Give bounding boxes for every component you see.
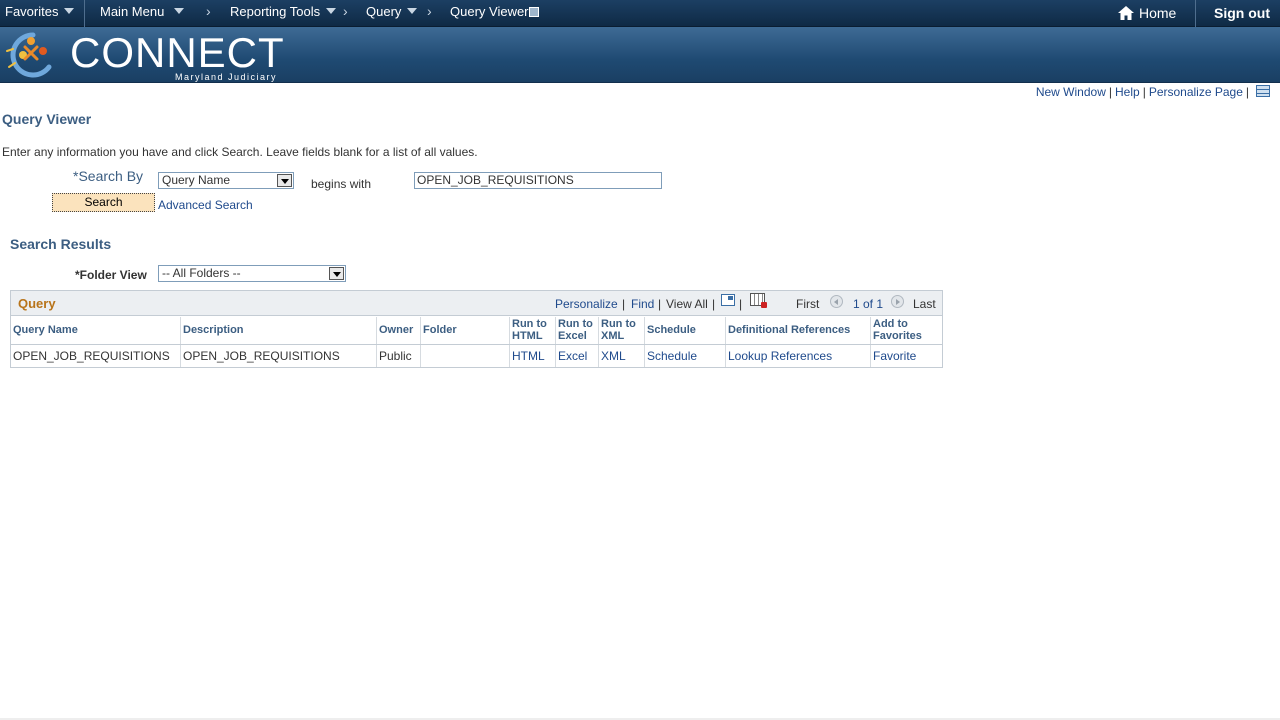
dropdown-arrow-icon[interactable] <box>329 267 344 280</box>
chevron-down-icon <box>407 8 418 14</box>
personalize-grid-link[interactable]: Personalize <box>555 297 618 311</box>
zoom-grid-icon[interactable] <box>721 294 735 306</box>
header-banner: CONNECT Maryland Judiciary <box>0 27 1280 83</box>
breadcrumb-label: Query Viewer <box>450 4 529 19</box>
personalize-page-link[interactable]: Personalize Page <box>1149 85 1243 99</box>
breadcrumb-reporting-tools[interactable]: Reporting Tools <box>230 4 337 19</box>
lookup-references-link[interactable]: Lookup References <box>726 345 871 367</box>
home-label: Home <box>1139 5 1177 21</box>
search-value-input[interactable]: OPEN_JOB_REQUISITIONS <box>414 172 662 189</box>
logo-text: CONNECT <box>70 29 285 76</box>
column-header-folder[interactable]: Folder <box>421 317 510 344</box>
header-line: Run to <box>558 318 593 330</box>
column-header-run-html: Run to HTML <box>510 317 556 344</box>
folder-view-label: *Folder View <box>75 268 147 282</box>
breadcrumb-query-viewer[interactable]: Query Viewer <box>450 4 539 19</box>
column-header-run-xml: Run to XML <box>599 317 645 344</box>
main-menu[interactable]: Main Menu <box>100 4 185 19</box>
download-excel-icon[interactable] <box>750 293 767 308</box>
logo-subtext: Maryland Judiciary <box>175 72 278 82</box>
cell-description: OPEN_JOB_REQUISITIONS <box>181 345 377 367</box>
chevron-down-icon <box>64 8 75 14</box>
grid-link-divider: | <box>658 297 662 311</box>
next-row-icon[interactable] <box>891 295 904 308</box>
dropdown-arrow-icon[interactable] <box>277 174 292 187</box>
breadcrumb-query[interactable]: Query <box>366 4 418 19</box>
search-by-value: Query Name <box>162 173 231 187</box>
breadcrumb-separator-icon: › <box>427 3 432 19</box>
page-layout-icon[interactable] <box>1256 85 1270 97</box>
breadcrumb-separator-icon: › <box>206 3 211 19</box>
search-by-select[interactable]: Query Name <box>158 172 294 189</box>
nav-divider <box>1195 0 1196 27</box>
last-label: Last <box>913 297 936 311</box>
run-to-xml-link[interactable]: XML <box>599 345 645 367</box>
header-line: Add to <box>873 318 908 330</box>
top-nav-bar: Favorites Main Menu › Reporting Tools › … <box>0 0 1280 27</box>
sign-out-link[interactable]: Sign out <box>1214 5 1270 21</box>
column-header-query-name[interactable]: Query Name <box>11 317 181 344</box>
column-header-description[interactable]: Description <box>181 317 377 344</box>
add-favorite-link[interactable]: Favorite <box>871 345 942 367</box>
column-header-run-excel: Run to Excel <box>556 317 599 344</box>
column-header-owner[interactable]: Owner <box>377 317 421 344</box>
header-line: XML <box>601 330 625 342</box>
main-menu-label: Main Menu <box>100 4 165 19</box>
operator-label: begins with <box>311 177 372 191</box>
run-to-excel-link[interactable]: Excel <box>556 345 599 367</box>
view-all-link[interactable]: View All <box>666 297 708 311</box>
page-icon <box>528 7 539 17</box>
schedule-link[interactable]: Schedule <box>645 345 726 367</box>
first-label: First <box>796 297 820 311</box>
folder-view-select[interactable]: -- All Folders -- <box>158 265 346 282</box>
help-link[interactable]: Help <box>1115 85 1140 99</box>
column-header-definitional-references: Definitional References <box>726 317 871 344</box>
cell-query-name: OPEN_JOB_REQUISITIONS <box>11 345 181 367</box>
link-divider: | <box>1245 85 1249 99</box>
breadcrumb-label: Reporting Tools <box>230 4 321 19</box>
home-icon <box>1118 6 1134 20</box>
instructions-text: Enter any information you have and click… <box>2 145 478 159</box>
nav-divider <box>84 0 85 27</box>
link-divider: | <box>1108 85 1112 99</box>
chevron-down-icon <box>174 8 185 14</box>
connect-logo-icon <box>6 32 52 78</box>
cell-folder <box>421 345 510 367</box>
new-window-link[interactable]: New Window <box>1036 85 1106 99</box>
row-range: 1 of 1 <box>853 297 884 311</box>
page-title: Query Viewer <box>2 111 92 127</box>
query-results-grid: Query Personalize | Find | View All | | … <box>10 290 943 368</box>
column-header-add-to-favorites: Add to Favorites <box>871 317 942 344</box>
search-button[interactable]: Search <box>52 193 155 212</box>
link-divider: | <box>1142 85 1146 99</box>
header-line: Run to <box>512 318 547 330</box>
column-header-schedule: Schedule <box>645 317 726 344</box>
breadcrumb-label: Query <box>366 4 402 19</box>
home-link[interactable]: Home <box>1118 5 1176 21</box>
header-line: Favorites <box>873 330 922 342</box>
header-line: Run to <box>601 318 636 330</box>
grid-header-bar: Query Personalize | Find | View All | | … <box>11 291 942 316</box>
grid-link-divider: | <box>739 297 743 311</box>
search-by-label: *Search By <box>73 168 144 184</box>
chevron-down-icon <box>326 8 337 14</box>
find-link[interactable]: Find <box>631 297 654 311</box>
grid-link-divider: | <box>622 297 626 311</box>
breadcrumb-separator-icon: › <box>343 3 348 19</box>
search-results-title: Search Results <box>10 236 112 252</box>
favorites-label: Favorites <box>5 4 59 19</box>
folder-view-value: -- All Folders -- <box>162 266 241 280</box>
page-links: New Window | Help | Personalize Page | <box>1036 85 1270 99</box>
cell-owner: Public <box>377 345 421 367</box>
header-line: Excel <box>558 330 587 342</box>
favorites-menu[interactable]: Favorites <box>5 4 75 19</box>
grid-link-divider: | <box>712 297 716 311</box>
header-line: HTML <box>512 330 543 342</box>
run-to-html-link[interactable]: HTML <box>510 345 556 367</box>
previous-row-icon[interactable] <box>830 295 843 308</box>
advanced-search-link[interactable]: Advanced Search <box>158 198 253 212</box>
grid-title: Query <box>18 296 56 311</box>
